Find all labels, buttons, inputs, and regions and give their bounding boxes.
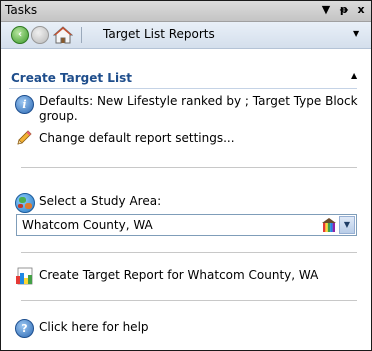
section-divider xyxy=(9,88,357,89)
globe-icon xyxy=(15,193,35,213)
color-bars-icon[interactable] xyxy=(321,217,337,233)
study-area-select[interactable]: Whatcom County, WA ▼ xyxy=(16,214,357,236)
forward-arrow-icon[interactable]: › xyxy=(31,26,49,44)
help-link[interactable]: Click here for help xyxy=(39,320,149,334)
report-icon xyxy=(16,267,33,285)
navigation-bar: ‹ › Target List Reports ▼ xyxy=(1,22,371,49)
nav-dropdown-icon[interactable]: ▼ xyxy=(353,29,359,38)
section-title[interactable]: Create Target List xyxy=(11,71,132,85)
tasks-pane: Tasks ▼ ᵽ x ‹ › Target List Reports ▼ Cr… xyxy=(0,0,372,351)
separator xyxy=(21,167,357,168)
info-icon: i xyxy=(15,95,34,114)
defaults-text: Defaults: New Lifestyle ranked by ; Targ… xyxy=(39,94,358,123)
collapse-icon[interactable]: ▲ xyxy=(351,71,357,80)
task-content: Create Target List ▲ i Defaults: New Lif… xyxy=(1,49,371,350)
nav-title: Target List Reports xyxy=(103,27,215,41)
close-icon[interactable]: x xyxy=(354,3,368,16)
pane-menu-dropdown-icon[interactable]: ▼ xyxy=(319,3,333,16)
pencil-icon xyxy=(17,130,32,145)
pane-title-bar: Tasks ▼ ᵽ x xyxy=(1,1,371,22)
separator xyxy=(21,300,357,301)
nav-separator xyxy=(81,27,82,43)
home-icon[interactable] xyxy=(53,25,73,45)
help-icon[interactable]: ? xyxy=(15,319,34,338)
study-area-value: Whatcom County, WA xyxy=(22,218,153,232)
separator xyxy=(21,252,357,253)
study-area-label: Select a Study Area: xyxy=(39,194,162,208)
back-arrow-icon[interactable]: ‹ xyxy=(11,26,29,44)
change-default-settings-link[interactable]: Change default report settings... xyxy=(39,131,235,145)
pin-icon[interactable]: ᵽ xyxy=(337,3,351,16)
pane-title: Tasks xyxy=(5,3,38,17)
chevron-down-icon[interactable]: ▼ xyxy=(339,216,355,234)
create-target-report-link[interactable]: Create Target Report for Whatcom County,… xyxy=(39,268,318,282)
